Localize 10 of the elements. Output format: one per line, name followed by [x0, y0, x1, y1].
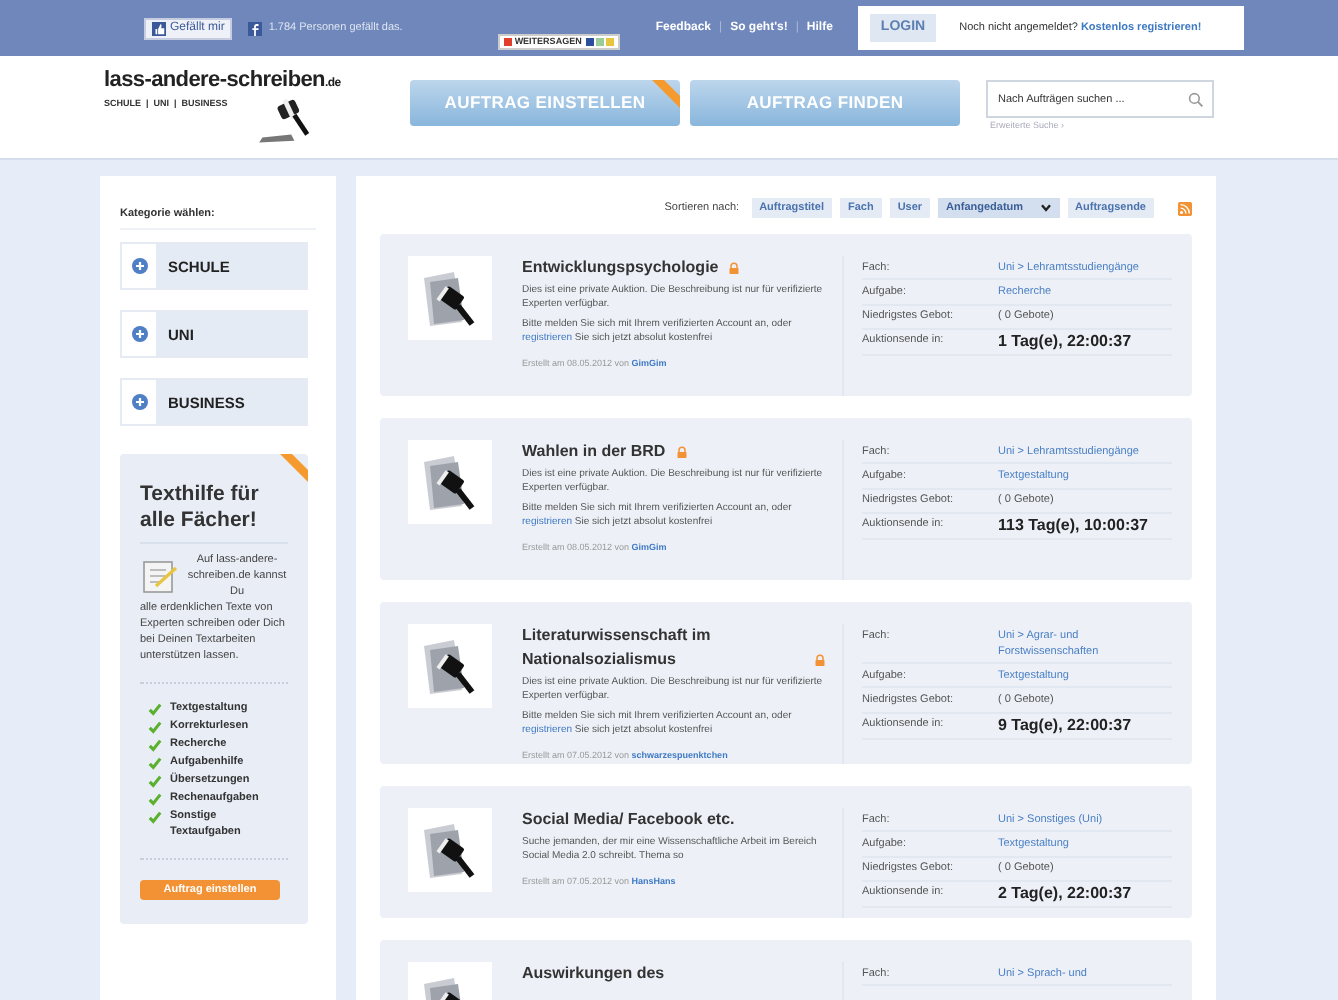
- listing-title[interactable]: Literaturwissenschaft im Nationalsozialismus: [522, 624, 804, 672]
- auction-end-value: 1 Tag(e), 22:00:37: [998, 332, 1132, 351]
- promo-title: Texthilfe für alle Fächer!: [140, 482, 288, 545]
- listing-title[interactable]: Social Media/ Facebook etc.: [522, 808, 735, 832]
- auction-end-value: 9 Tag(e), 22:00:37: [998, 716, 1132, 734]
- auction-end-value: 2 Tag(e), 22:00:37: [998, 884, 1132, 903]
- listing-title[interactable]: Wahlen in der BRD: [522, 440, 666, 464]
- listing-title[interactable]: Entwicklungspsychologie: [522, 256, 719, 280]
- auction-end-value: 113 Tag(e), 10:00:37: [998, 516, 1149, 535]
- listing-title[interactable]: Auswirkungen des: [522, 962, 665, 986]
